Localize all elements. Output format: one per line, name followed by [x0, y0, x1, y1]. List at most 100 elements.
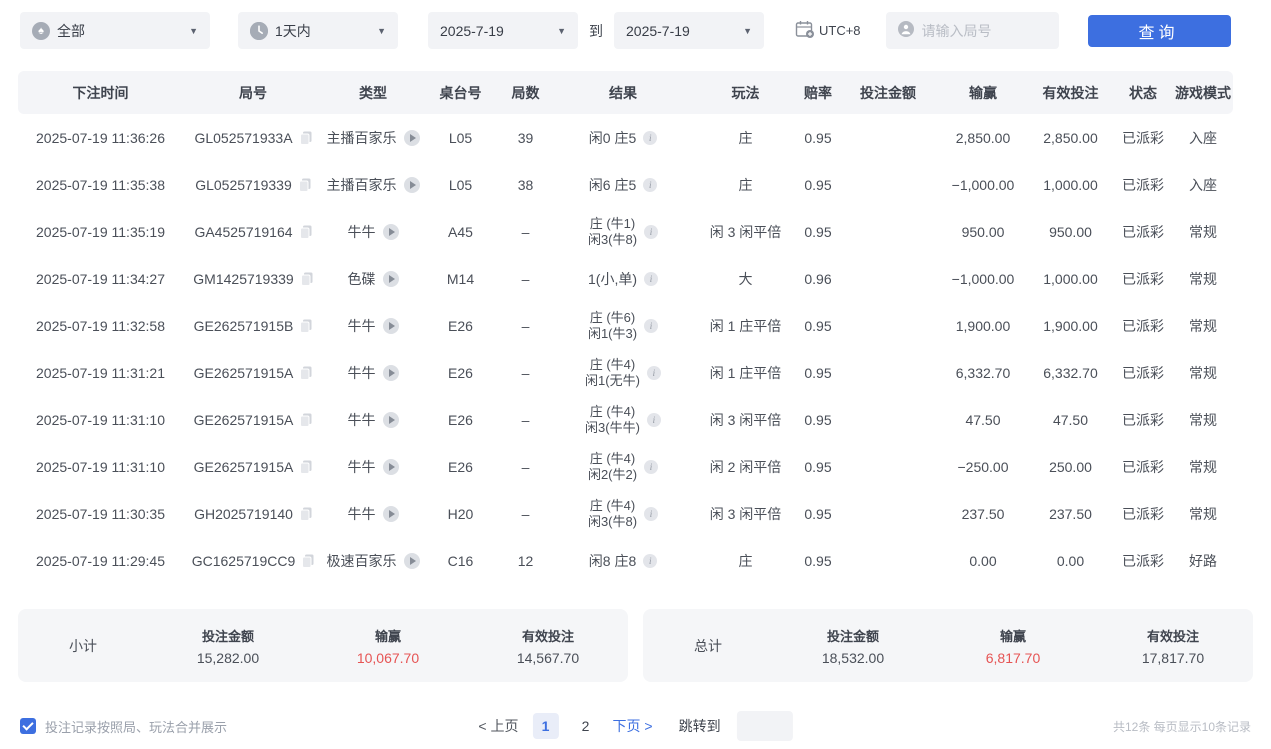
cell-game-mode: 常规: [1173, 255, 1233, 302]
checkbox-checked-icon[interactable]: [20, 718, 36, 734]
copy-icon[interactable]: [300, 319, 312, 333]
header-rounds: 局数: [498, 71, 553, 114]
cell-type: 主播百家乐: [323, 161, 423, 208]
query-button[interactable]: 查询: [1088, 15, 1231, 47]
play-video-icon[interactable]: [383, 412, 399, 428]
info-icon[interactable]: i: [643, 554, 657, 568]
cell-status: 已派彩: [1113, 396, 1173, 443]
cell-rounds: 38: [498, 161, 553, 208]
header-game-mode: 游戏模式: [1173, 71, 1233, 114]
cell-valid-bet: 950.00: [1028, 208, 1113, 255]
copy-icon[interactable]: [302, 554, 314, 568]
cell-game-mode: 入座: [1173, 114, 1233, 161]
total-bet-amount: 投注金额 18,532.00: [773, 626, 933, 666]
play-video-icon[interactable]: [383, 318, 399, 334]
cell-odds: 0.95: [798, 302, 838, 349]
jump-to-page-input[interactable]: [737, 711, 793, 741]
game-category-select[interactable]: ♠ 全部 ▼: [20, 12, 210, 49]
cell-bet-time: 2025-07-19 11:31:10: [18, 443, 183, 490]
info-icon[interactable]: i: [644, 460, 658, 474]
info-icon[interactable]: i: [647, 413, 661, 427]
date-from-select[interactable]: 2025-7-19 ▼: [428, 12, 578, 49]
play-video-icon[interactable]: [383, 506, 399, 522]
date-to-value: 2025-7-19: [626, 23, 690, 39]
cell-status: 已派彩: [1113, 208, 1173, 255]
records-count-info: 共12条 每页显示10条记录: [1113, 718, 1251, 735]
game-id-search-input[interactable]: 请输入局号: [886, 12, 1059, 49]
copy-icon[interactable]: [300, 366, 312, 380]
cell-winloss: −1,000.00: [938, 255, 1028, 302]
info-icon[interactable]: i: [644, 272, 658, 286]
copy-icon[interactable]: [300, 507, 312, 521]
cell-result: 庄 (牛4)闲3(牛牛) i: [553, 396, 693, 443]
cell-rounds: 12: [498, 537, 553, 584]
cell-result: 闲0 庄5 i: [553, 114, 693, 161]
subtotal-box: 小计 投注金额 15,282.00 输赢 10,067.70 有效投注 14,5…: [18, 609, 628, 682]
chevron-down-icon: ▼: [549, 26, 566, 36]
cell-table-no: E26: [423, 396, 498, 443]
cell-bet-amount: [838, 255, 938, 302]
info-icon[interactable]: i: [644, 507, 658, 521]
info-icon[interactable]: i: [647, 366, 661, 380]
info-icon[interactable]: i: [644, 319, 658, 333]
cell-bet-amount: [838, 537, 938, 584]
cell-type: 牛牛: [323, 443, 423, 490]
copy-icon[interactable]: [300, 131, 312, 145]
page-button-1[interactable]: 1: [533, 713, 559, 739]
cell-odds: 0.95: [798, 537, 838, 584]
cell-status: 已派彩: [1113, 114, 1173, 161]
cell-play: 闲 3 闲平倍: [693, 396, 798, 443]
cell-bet-amount: [838, 490, 938, 537]
cell-table-no: M14: [423, 255, 498, 302]
play-video-icon[interactable]: [383, 459, 399, 475]
table-row: 2025-07-19 11:29:45 GC1625719CC9 极速百家乐 C…: [18, 537, 1233, 584]
header-game-id: 局号: [183, 71, 323, 114]
timezone-selector[interactable]: UTC+8: [795, 20, 861, 42]
play-video-icon[interactable]: [404, 177, 420, 193]
play-video-icon[interactable]: [404, 553, 420, 569]
copy-icon[interactable]: [300, 460, 312, 474]
cell-valid-bet: 6,332.70: [1028, 349, 1113, 396]
header-type: 类型: [323, 71, 423, 114]
cell-odds: 0.95: [798, 443, 838, 490]
copy-icon[interactable]: [300, 225, 312, 239]
copy-icon[interactable]: [299, 178, 311, 192]
merge-records-label: 投注记录按照局、玩法合并展示: [45, 717, 227, 736]
play-video-icon[interactable]: [383, 365, 399, 381]
prev-page-button[interactable]: < 上页: [478, 716, 518, 736]
next-page-button[interactable]: 下页 >: [613, 716, 653, 736]
cell-status: 已派彩: [1113, 349, 1173, 396]
total-winloss: 输赢 6,817.70: [933, 626, 1093, 666]
merge-records-toggle[interactable]: 投注记录按照局、玩法合并展示: [20, 717, 227, 736]
cell-bet-time: 2025-07-19 11:31:21: [18, 349, 183, 396]
header-play: 玩法: [693, 71, 798, 114]
cell-bet-time: 2025-07-19 11:29:45: [18, 537, 183, 584]
cell-bet-time: 2025-07-19 11:36:26: [18, 114, 183, 161]
game-category-value: 全部: [57, 21, 85, 41]
cell-status: 已派彩: [1113, 255, 1173, 302]
cell-game-mode: 常规: [1173, 302, 1233, 349]
info-icon[interactable]: i: [643, 131, 657, 145]
play-video-icon[interactable]: [404, 130, 420, 146]
copy-icon[interactable]: [300, 413, 312, 427]
play-video-icon[interactable]: [383, 224, 399, 240]
cell-valid-bet: 47.50: [1028, 396, 1113, 443]
info-icon[interactable]: i: [644, 225, 658, 239]
pagination: < 上页 1 2 下页 > 跳转到: [478, 711, 792, 741]
page-button-2[interactable]: 2: [573, 713, 599, 739]
header-bet-time: 下注时间: [18, 71, 183, 114]
cell-type: 牛牛: [323, 208, 423, 255]
cell-play: 闲 2 闲平倍: [693, 443, 798, 490]
cell-result: 1(小,单) i: [553, 255, 693, 302]
header-odds: 赔率: [798, 71, 838, 114]
time-range-select[interactable]: 1天内 ▼: [238, 12, 398, 49]
cell-bet-amount: [838, 302, 938, 349]
cell-odds: 0.95: [798, 349, 838, 396]
play-video-icon[interactable]: [383, 271, 399, 287]
date-to-select[interactable]: 2025-7-19 ▼: [614, 12, 764, 49]
copy-icon[interactable]: [301, 272, 313, 286]
bet-records-table: 下注时间 局号 类型 桌台号 局数 结果 玩法 赔率 投注金额 输赢 有效投注 …: [18, 71, 1233, 584]
cell-type: 牛牛: [323, 396, 423, 443]
cell-table-no: E26: [423, 349, 498, 396]
info-icon[interactable]: i: [643, 178, 657, 192]
